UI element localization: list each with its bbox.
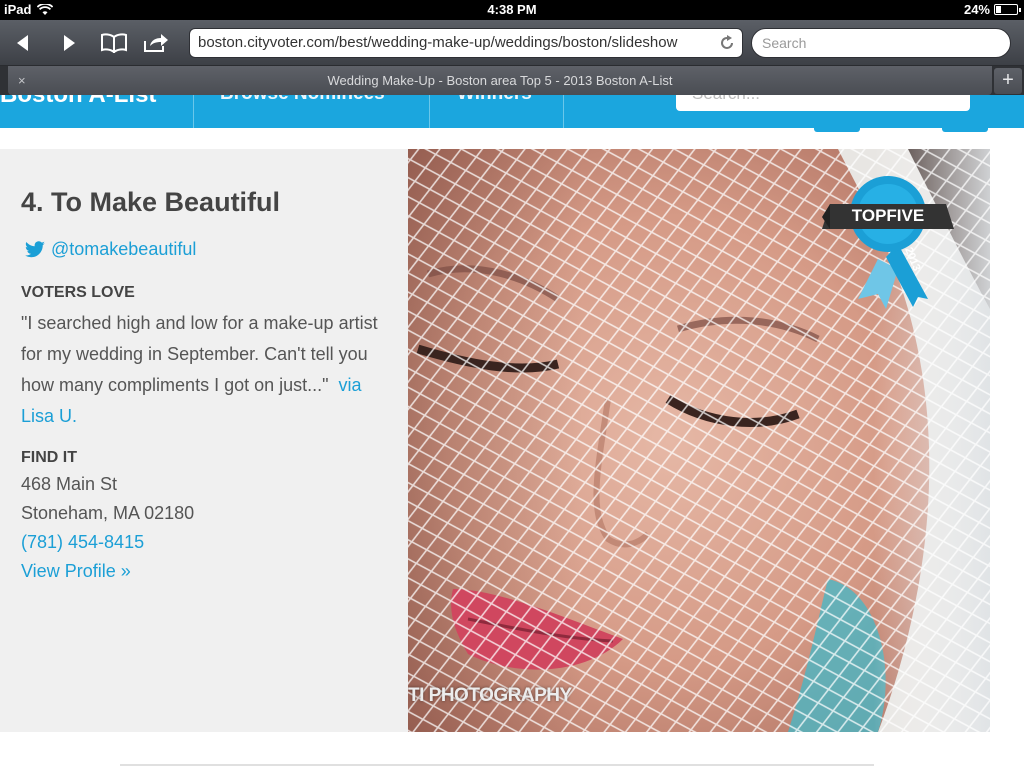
- tab-title: Wedding Make-Up - Boston area Top 5 - 20…: [327, 73, 673, 88]
- address-city: Stoneham, MA 02180: [21, 503, 195, 523]
- subnav-tab-right[interactable]: [942, 128, 988, 132]
- nav-winners[interactable]: Winners: [457, 95, 532, 105]
- close-tab-icon[interactable]: ×: [18, 66, 26, 95]
- entry-info-panel: 4. To Make Beautiful @tomakebeautiful VO…: [0, 149, 408, 732]
- view-profile-link[interactable]: View Profile »: [21, 561, 131, 582]
- browser-toolbar: boston.cityvoter.com/best/wedding-make-u…: [0, 20, 1024, 66]
- status-bar: iPad 4:38 PM 24%: [0, 0, 1024, 20]
- new-tab-button[interactable]: +: [994, 68, 1022, 94]
- nav-divider: [429, 95, 430, 128]
- nav-browse-nominees[interactable]: Browse Nominees: [220, 95, 385, 105]
- site-header: Boston A-List Browse Nominees Winners Se…: [0, 95, 1024, 128]
- reload-icon[interactable]: [718, 34, 736, 52]
- status-right: 24%: [963, 2, 1021, 17]
- subnav-tab-left[interactable]: [814, 128, 860, 132]
- site-brand[interactable]: Boston A-List: [0, 95, 156, 109]
- nav-divider: [193, 95, 194, 128]
- photo-credit: TI PHOTOGRAPHY: [408, 685, 572, 706]
- share-button[interactable]: [141, 28, 171, 58]
- battery-icon: [994, 4, 1021, 15]
- subnav-strip: [0, 128, 1024, 132]
- nominee-photo[interactable]: TOPFIVE 2013 TI PHOTOGRAPHY: [408, 149, 990, 732]
- tab-bar: × Wedding Make-Up - Boston area Top 5 - …: [0, 66, 1024, 95]
- twitter-bird-icon: [25, 240, 45, 257]
- voter-quote: "I searched high and low for a make-up a…: [21, 308, 381, 432]
- twitter-handle[interactable]: @tomakebeautiful: [51, 239, 196, 260]
- status-time: 4:38 PM: [487, 2, 537, 17]
- page-gutter: [990, 132, 1024, 732]
- forward-arrow-icon: [64, 35, 75, 51]
- bottom-divider: [120, 764, 874, 766]
- back-arrow-icon: [17, 35, 28, 51]
- address-bar[interactable]: boston.cityvoter.com/best/wedding-make-u…: [189, 28, 743, 58]
- book-icon: [101, 33, 127, 53]
- bride-portrait-image: TOPFIVE 2013: [408, 149, 990, 732]
- battery-fill: [996, 6, 1001, 13]
- battery-percent: 24%: [963, 2, 990, 17]
- tab-active[interactable]: × Wedding Make-Up - Boston area Top 5 - …: [8, 66, 992, 95]
- phone-link[interactable]: (781) 454-8415: [21, 532, 144, 553]
- share-icon: [144, 34, 168, 52]
- site-search-input[interactable]: Search...: [676, 95, 970, 111]
- entry-title: 4. To Make Beautiful: [21, 187, 281, 217]
- address-street: 468 Main St: [21, 474, 118, 494]
- forward-button[interactable]: [54, 28, 84, 58]
- twitter-link[interactable]: @tomakebeautiful: [24, 239, 196, 260]
- nav-divider: [563, 95, 564, 128]
- bookmarks-button[interactable]: [99, 28, 129, 58]
- voters-love-label: VOTERS LOVE: [21, 284, 135, 301]
- badge-title: TOPFIVE: [852, 206, 924, 225]
- find-it-label: FIND IT: [21, 449, 77, 466]
- search-input[interactable]: Search: [751, 28, 1011, 58]
- back-button[interactable]: [8, 28, 38, 58]
- url-text: boston.cityvoter.com/best/wedding-make-u…: [198, 34, 678, 51]
- quote-text: "I searched high and low for a make-up a…: [21, 313, 378, 395]
